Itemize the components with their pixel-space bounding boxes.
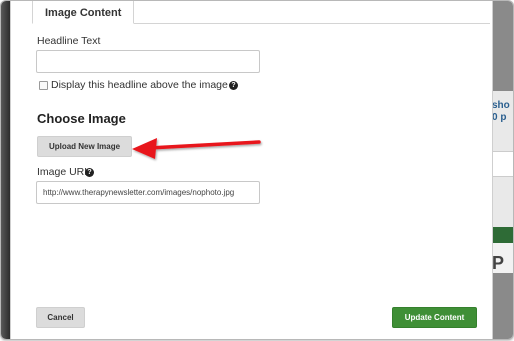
background-text-fragment: 0 p	[492, 112, 507, 123]
help-icon[interactable]: ?	[85, 168, 94, 177]
tab-bar: Image Content	[32, 1, 490, 24]
help-icon[interactable]: ?	[229, 81, 238, 90]
background-green-bar	[491, 227, 513, 243]
left-window-edge	[1, 1, 10, 339]
choose-image-heading: Choose Image	[37, 111, 126, 126]
image-url-input[interactable]	[36, 181, 260, 204]
image-url-label: Image URL	[37, 166, 91, 178]
upload-new-image-button[interactable]: Upload New Image	[37, 136, 132, 157]
cancel-button[interactable]: Cancel	[36, 307, 85, 328]
image-content-dialog: Image Content Headline Text Display this…	[10, 1, 493, 339]
headline-text-label: Headline Text	[37, 35, 101, 47]
display-headline-checkbox[interactable]	[39, 81, 48, 90]
update-content-button[interactable]: Update Content	[392, 307, 477, 328]
background-text-fragment: sho	[492, 100, 510, 111]
background-page: sho 0 p P	[491, 1, 513, 339]
background-text-fragment: P	[492, 253, 505, 273]
tab-image-content[interactable]: Image Content	[32, 1, 135, 24]
display-headline-label: Display this headline above the image	[51, 79, 228, 91]
headline-text-input[interactable]	[36, 50, 260, 73]
screenshot-frame: sho 0 p P Image Content Headline Text Di…	[0, 0, 514, 340]
